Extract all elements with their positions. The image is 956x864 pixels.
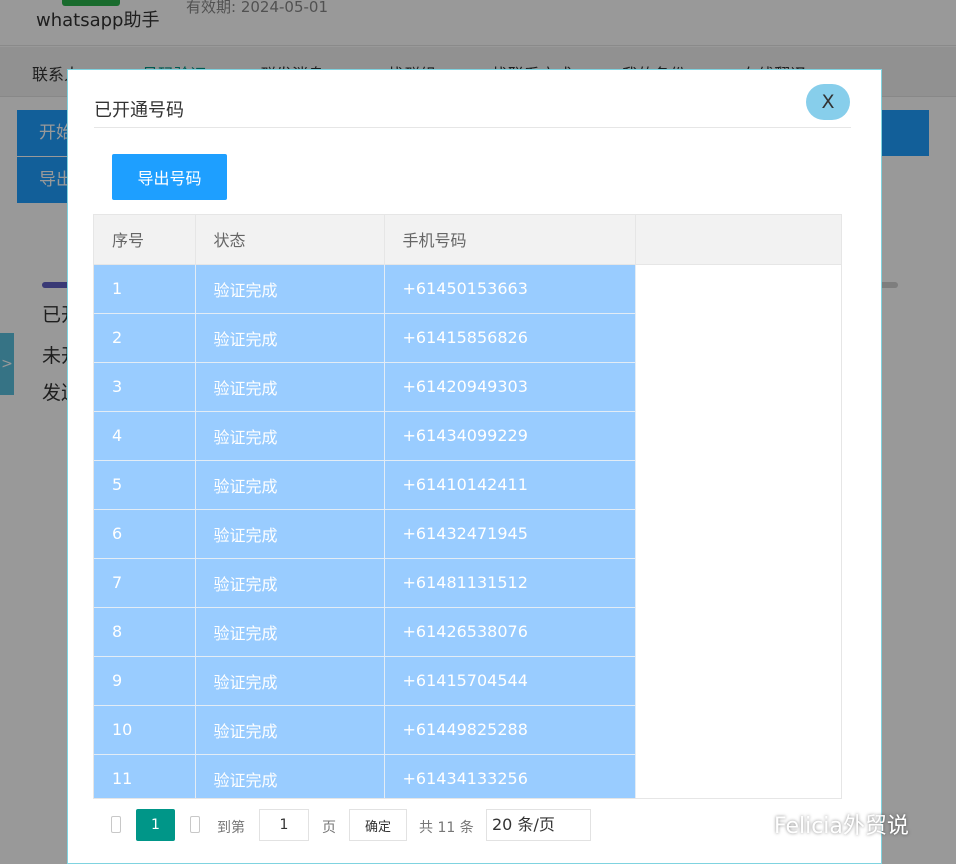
cell-index: 11: [94, 754, 196, 804]
cell-index: 10: [94, 705, 196, 755]
export-numbers-button[interactable]: 导出号码: [112, 154, 227, 200]
cell-phone: +61450153663: [384, 264, 636, 314]
goto-label: 到第: [217, 820, 245, 836]
numbers-table: 序号 状态 手机号码 1 验证完成 +61450153663 2 验证完成 +614158…: [94, 215, 841, 804]
cell-index: 2: [94, 313, 196, 363]
title-divider: [94, 127, 851, 128]
cell-index: 6: [94, 509, 196, 559]
goto-confirm-button[interactable]: 确定: [349, 809, 407, 841]
cell-status: 验证完成: [195, 705, 385, 755]
wechat-icon: [742, 817, 768, 837]
cell-index: 5: [94, 460, 196, 510]
prev-page-icon[interactable]: [111, 816, 121, 833]
cell-status: 验证完成: [195, 509, 385, 559]
column-header-phone[interactable]: 手机号码: [384, 215, 636, 265]
column-header-empty: [635, 215, 841, 265]
empty-column-cell: [635, 264, 841, 803]
page-unit-label: 页: [322, 820, 336, 836]
cell-phone: +61415856826: [384, 313, 636, 363]
cell-phone: +61434133256: [384, 754, 636, 804]
cell-status: 验证完成: [195, 656, 385, 706]
cell-phone: +61434099229: [384, 411, 636, 461]
table-header-row: 序号 状态 手机号码: [94, 215, 841, 265]
watermark-text: Felicia外贸说: [774, 814, 909, 839]
cell-phone: +61426538076: [384, 607, 636, 657]
cell-index: 7: [94, 558, 196, 608]
dialog-title: 已开通号码: [94, 100, 184, 121]
table-row[interactable]: 1 验证完成 +61450153663: [94, 264, 841, 803]
cell-index: 8: [94, 607, 196, 657]
cell-status: 验证完成: [195, 411, 385, 461]
cell-index: 3: [94, 362, 196, 412]
cell-index: 4: [94, 411, 196, 461]
cell-phone: +61420949303: [384, 362, 636, 412]
cell-status: 验证完成: [195, 313, 385, 363]
cell-index: 9: [94, 656, 196, 706]
cell-status: 验证完成: [195, 460, 385, 510]
column-header-status[interactable]: 状态: [195, 215, 385, 265]
next-page-icon[interactable]: [190, 816, 200, 833]
cell-status: 验证完成: [195, 607, 385, 657]
column-header-index[interactable]: 序号: [94, 215, 196, 265]
cell-phone: +61432471945: [384, 509, 636, 559]
cell-status: 验证完成: [195, 264, 385, 314]
cell-index: 1: [94, 264, 196, 314]
cell-status: 验证完成: [195, 362, 385, 412]
pagination: 1 到第 页 确定 共 11 条 20 条/页: [93, 798, 842, 852]
numbers-table-container: 序号 状态 手机号码 1 验证完成 +61450153663 2 验证完成 +614158…: [93, 214, 842, 850]
opened-numbers-dialog: 已开通号码 X 导出号码 序号 状态 手机号码 1 验证完成 +6145015366…: [67, 69, 882, 864]
cell-phone: +61415704544: [384, 656, 636, 706]
cell-phone: +61481131512: [384, 558, 636, 608]
cell-status: 验证完成: [195, 754, 385, 804]
total-count: 共 11 条: [419, 820, 474, 836]
goto-page-input[interactable]: [259, 809, 309, 841]
current-page-button[interactable]: 1: [136, 809, 175, 841]
watermark: Felicia外贸说: [742, 808, 909, 839]
page-size-select[interactable]: 20 条/页: [486, 809, 591, 841]
close-button[interactable]: X: [806, 84, 850, 120]
cell-phone: +61449825288: [384, 705, 636, 755]
cell-phone: +61410142411: [384, 460, 636, 510]
cell-status: 验证完成: [195, 558, 385, 608]
